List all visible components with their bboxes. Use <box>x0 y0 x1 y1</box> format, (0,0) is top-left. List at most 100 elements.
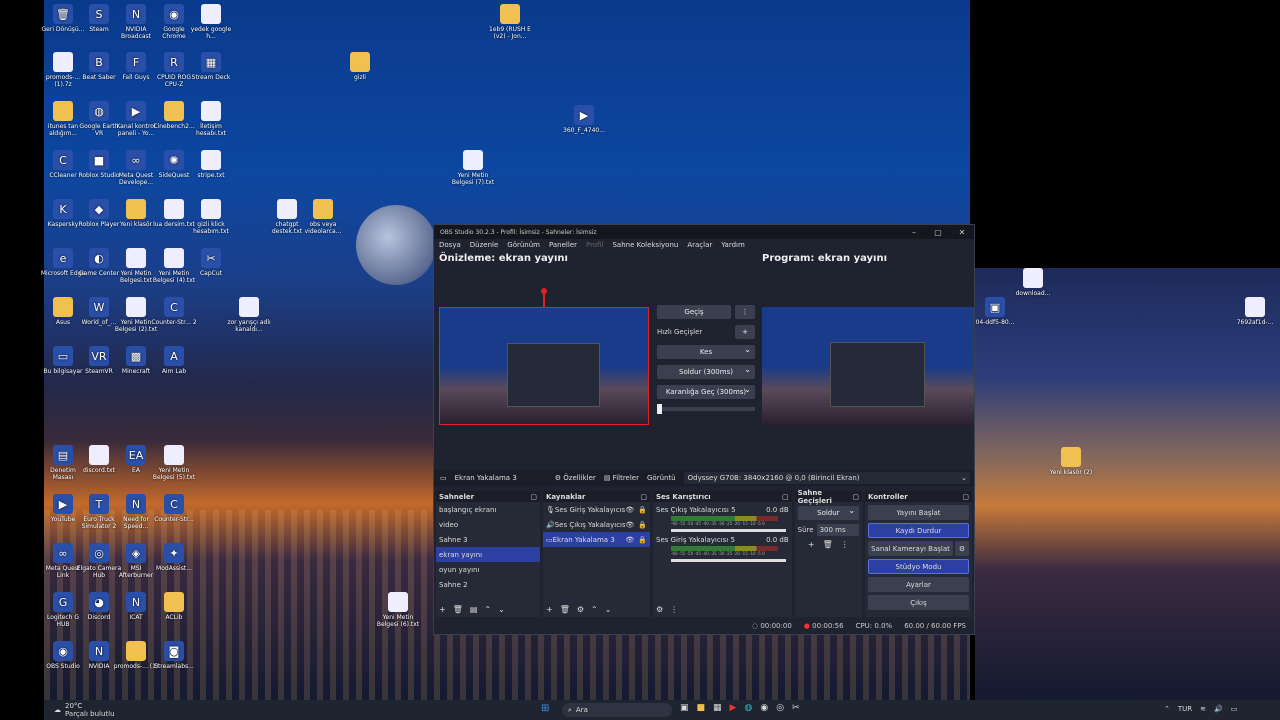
duration-input[interactable]: 300 ms <box>816 524 860 536</box>
menu-paneller[interactable]: Paneller <box>549 241 577 249</box>
transition-menu-icon[interactable]: ⋮ <box>841 540 849 549</box>
rotate-handle-dot[interactable] <box>541 288 547 294</box>
source-item[interactable]: ▭ Ekran Yakalama 3 👁 🔒 <box>543 532 650 547</box>
search-box[interactable]: ⌕ Ara <box>562 703 672 717</box>
menu-araclar[interactable]: Araçlar <box>687 241 712 249</box>
scene-item[interactable]: Sahne 3 <box>436 532 540 547</box>
scene-filter-icon[interactable]: ▤ <box>470 605 478 614</box>
desktop-icon[interactable]: ✂ CapCut <box>188 248 234 277</box>
virtual-camera-settings-icon[interactable]: ⚙ <box>955 541 969 556</box>
transition-type-select[interactable]: Soldur <box>797 506 860 520</box>
wifi-icon[interactable]: ≋ <box>1200 705 1206 713</box>
mixer-menu-icon[interactable]: ⋮ <box>670 605 678 614</box>
remove-scene-icon[interactable]: 🗑 <box>453 605 463 614</box>
exit-button[interactable]: Çıkış <box>868 595 969 610</box>
desktop-icon[interactable]: 7692af1d-... <box>1232 297 1278 326</box>
scene-item[interactable]: Sahne 2 <box>436 577 540 592</box>
scene-item[interactable]: başlangıç ekranı <box>436 502 540 517</box>
studio-mode-button[interactable]: Stüdyo Modu <box>868 559 969 574</box>
desktop-icon[interactable]: İletişim hesabı.txt <box>188 101 234 137</box>
add-scene-icon[interactable]: + <box>439 605 446 614</box>
desktop-icon[interactable]: Yeni Metin Belgesi (7).txt <box>450 150 496 186</box>
stop-record-button[interactable]: Kaydı Durdur <box>868 523 969 538</box>
desktop-icon[interactable]: C Counter-Str... <box>151 494 197 523</box>
transition-button[interactable]: Geçiş <box>657 305 731 319</box>
tbar-slider[interactable] <box>657 404 755 414</box>
weather-widget[interactable]: ☁ 20°C Parçalı bulutlu <box>54 702 115 718</box>
desktop-icon[interactable]: ▣ 04-ddf5-80... <box>972 297 1018 326</box>
menu-gorunum[interactable]: Görünüm <box>507 241 540 249</box>
properties-button[interactable]: ⚙ Özellikler <box>555 474 596 482</box>
source-item[interactable]: 🔊 Ses Çıkış Yakalayıcısı 👁 🔒 <box>543 517 650 532</box>
store-icon[interactable]: ▦ <box>713 703 722 713</box>
menu-dosya[interactable]: Dosya <box>439 241 461 249</box>
lock-icon[interactable]: 🔒 <box>638 506 647 514</box>
add-transition-icon[interactable]: + <box>808 540 815 549</box>
desktop-icon[interactable]: ▦ Stream Deck <box>188 52 234 81</box>
eye-icon[interactable]: 👁 <box>625 521 634 529</box>
preview-canvas[interactable] <box>439 307 649 425</box>
lock-icon[interactable]: 🔒 <box>638 536 647 544</box>
quick-transition-kes[interactable]: Kes <box>657 345 755 359</box>
desktop-icon[interactable]: Yeni klasör (2) <box>1048 447 1094 476</box>
quick-transition-soldur[interactable]: Soldur (300ms) <box>657 365 755 379</box>
tray-chevron-icon[interactable]: ⌃ <box>1164 705 1170 713</box>
desktop-icon[interactable]: 1eb9 (RUSH E (v2) - Jon... <box>487 4 533 40</box>
move-up-icon[interactable]: ⌃ <box>484 605 491 614</box>
desktop-icon[interactable]: yedek google h... <box>188 4 234 40</box>
edge-icon[interactable]: ◍ <box>744 703 752 713</box>
settings-button[interactable]: Ayarlar <box>868 577 969 592</box>
eye-icon[interactable]: 👁 <box>625 506 634 514</box>
filters-button[interactable]: ▤ Filtreler <box>604 474 639 482</box>
move-down-icon[interactable]: ⌄ <box>605 605 612 614</box>
desktop-icon[interactable]: ACLib <box>151 592 197 621</box>
desktop-icon[interactable]: gizli <box>337 52 383 81</box>
menu-profil[interactable]: Profil <box>586 241 603 249</box>
desktop-icon[interactable]: C Counter-Str... 2 <box>151 297 197 326</box>
remove-source-icon[interactable]: 🗑 <box>560 605 570 614</box>
desktop-icon[interactable]: download... <box>1010 268 1056 297</box>
desktop-icon[interactable]: A Aim Lab <box>151 346 197 375</box>
battery-icon[interactable]: ▭ <box>1231 705 1238 713</box>
minimize-icon[interactable]: – <box>902 228 926 237</box>
desktop-icon[interactable]: zor yarışçı adlı kanaldı... <box>226 297 272 333</box>
close-icon[interactable]: ✕ <box>950 228 974 237</box>
scene-item[interactable]: video <box>436 517 540 532</box>
desktop-icon[interactable]: Yeni Metin Belgesi (6).txt <box>375 592 421 628</box>
language-indicator[interactable]: TUR <box>1178 705 1192 713</box>
move-down-icon[interactable]: ⌄ <box>498 605 505 614</box>
source-item[interactable]: 🎙 Ses Giriş Yakalayıcısı 👁 🔒 <box>543 502 650 517</box>
virtual-camera-button[interactable]: Sanal Kamerayı Başlat <box>868 541 953 556</box>
task-view-icon[interactable]: ▣ <box>680 703 689 713</box>
desktop-icon[interactable]: Yeni Metin Belgesi (5).txt <box>151 445 197 481</box>
display-select[interactable]: Odyssey G70B: 3840x2160 @ 0,0 (Birincil … <box>683 472 970 484</box>
youtube-icon[interactable]: ▶ <box>730 703 737 713</box>
lock-icon[interactable]: 🔒 <box>638 521 647 529</box>
add-quick-transition-icon[interactable]: + <box>735 325 755 339</box>
menu-yardim[interactable]: Yardım <box>721 241 745 249</box>
advanced-audio-icon[interactable]: ⚙ <box>656 605 663 614</box>
volume-slider[interactable] <box>671 529 786 532</box>
tbar-handle[interactable] <box>657 404 662 414</box>
start-stream-button[interactable]: Yayını Başlat <box>868 505 969 520</box>
quick-transition-karanlik[interactable]: Karanlığa Geç (300ms) <box>657 385 755 399</box>
start-icon[interactable]: ⊞ <box>541 703 549 714</box>
menu-duzenle[interactable]: Düzenle <box>470 241 499 249</box>
chrome-icon[interactable]: ◉ <box>760 703 768 713</box>
eye-icon[interactable]: 👁 <box>625 536 634 544</box>
add-source-icon[interactable]: + <box>546 605 553 614</box>
move-up-icon[interactable]: ⌃ <box>591 605 598 614</box>
desktop-icon[interactable]: ▶ 360_F_4740... <box>561 105 607 134</box>
desktop-icon[interactable]: obs veya videolarca... <box>300 199 346 235</box>
volume-icon[interactable]: 🔊 <box>1214 705 1223 713</box>
maximize-icon[interactable]: ▢ <box>926 228 950 237</box>
desktop-icon[interactable]: gizli klick hesabım.txt <box>188 199 234 235</box>
desktop-icon[interactable]: ◙ Streamlabs... <box>151 641 197 670</box>
menu-sahne-koleksiyonu[interactable]: Sahne Koleksiyonu <box>612 241 678 249</box>
desktop-icon[interactable]: stripe.txt <box>188 150 234 179</box>
scene-item[interactable]: oyun yayını <box>436 562 540 577</box>
desktop-icon[interactable]: ✦ ModAssist... <box>151 543 197 572</box>
scene-item[interactable]: ekran yayını <box>436 547 540 562</box>
source-settings-icon[interactable]: ⚙ <box>577 605 584 614</box>
file-explorer-icon[interactable]: ■ <box>697 703 706 713</box>
